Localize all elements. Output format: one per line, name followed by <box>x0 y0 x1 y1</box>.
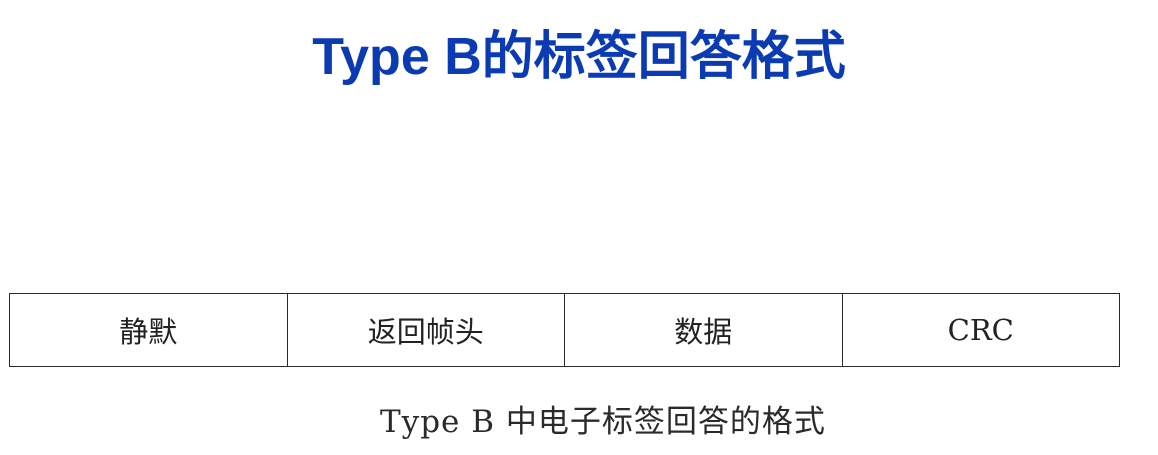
frame-field-crc: CRC <box>841 293 1120 367</box>
frame-field-silence: 静默 <box>9 293 288 367</box>
page-title: Type B的标签回答格式 <box>312 28 846 86</box>
table-row: 静默 返回帧头 数据 CRC <box>9 293 1120 367</box>
frame-field-return-header: 返回帧头 <box>286 293 565 367</box>
figure-caption: Type B 中电子标签回答的格式 <box>380 404 826 440</box>
frame-field-data: 数据 <box>564 293 843 367</box>
response-frame-table: 静默 返回帧头 数据 CRC <box>9 293 1120 367</box>
